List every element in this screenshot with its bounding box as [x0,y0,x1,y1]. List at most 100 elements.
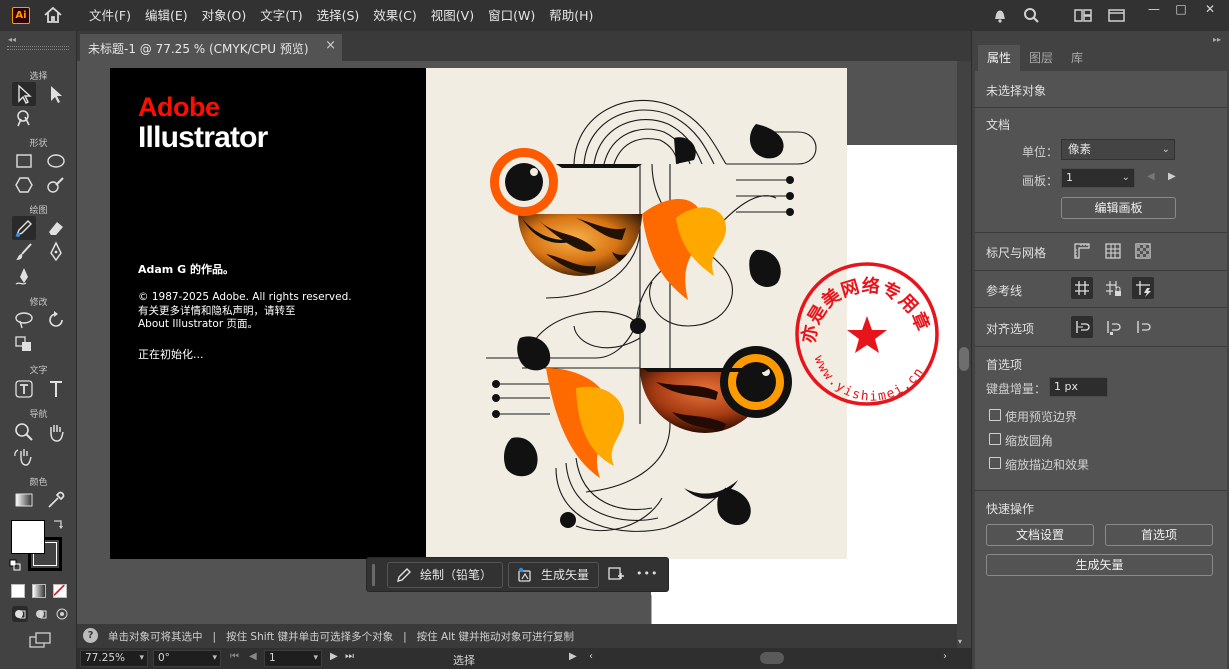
ellipse-tool-icon[interactable] [44,149,68,173]
maximize-button[interactable]: □ [1167,0,1195,20]
document-tab[interactable]: 未标题-1 @ 77.25 % (CMYK/CPU 预览) × [80,34,342,61]
polygon-tool-icon[interactable] [12,173,36,197]
direct-selection-tool-icon[interactable] [44,82,68,106]
scroll-right-icon[interactable]: › [943,651,947,662]
zoom-dropdown-icon[interactable]: ▾ [139,651,144,666]
zoom-field[interactable]: 77.25% ▾ [80,650,148,667]
eyedropper-tool-icon[interactable] [44,488,68,512]
bell-icon[interactable] [989,5,1011,25]
shaper-tool-icon[interactable] [44,173,68,197]
edit-artboards-button[interactable]: 编辑画板 [1061,197,1176,219]
first-artboard-icon[interactable]: ⏮ [230,651,239,662]
preview-bounds-checkbox[interactable] [989,409,1001,421]
default-colors-icon[interactable] [9,559,21,571]
collapse-toolbar-icon[interactable]: ◂◂ [8,35,16,44]
task-bar-grip[interactable] [372,564,375,586]
rotate-tool-icon[interactable] [44,308,68,332]
gradient-mode-icon[interactable] [32,584,46,598]
scroll-left-icon[interactable]: ‹ [589,651,593,662]
lock-guides-icon[interactable] [1102,277,1124,299]
transparency-grid-icon[interactable] [1132,240,1154,262]
none-mode-icon[interactable] [53,584,67,598]
menu-object[interactable]: 对象(O) [195,0,254,31]
artboard-input[interactable]: 1 ⌄ [1061,168,1135,188]
rotation-dropdown-icon[interactable]: ▾ [212,651,217,666]
prev-artboard-icon[interactable]: ◀ [249,651,257,662]
menu-view[interactable]: 视图(V) [424,0,481,31]
last-artboard-icon[interactable]: ⏭ [345,651,354,662]
eraser-tool-icon[interactable] [44,216,68,240]
scale-corners-checkbox[interactable] [989,433,1001,445]
draw-normal-icon[interactable] [11,605,29,623]
preferences-button[interactable]: 首选项 [1105,524,1213,546]
tab-layers[interactable]: 图层 [1020,45,1062,71]
zoom-tool-icon[interactable] [12,420,36,444]
gradient-tool-icon[interactable] [12,488,36,512]
show-guides-icon[interactable] [1071,277,1093,299]
grid-icon[interactable] [1102,240,1124,262]
toolbar-grip[interactable] [7,46,69,50]
selection-tool-icon[interactable] [12,82,36,106]
color-mode-icon[interactable] [11,584,25,598]
smart-guides-icon[interactable] [1132,277,1154,299]
paintbrush-tool-icon[interactable] [12,240,36,264]
add-artboard-icon[interactable] [606,565,626,585]
horizontal-scroll-thumb[interactable] [760,652,784,664]
canvas-vertical-scrollbar[interactable]: ▾ [957,61,971,649]
menu-file[interactable]: 文件(F) [82,0,138,31]
status-menu-icon[interactable]: ▶ [569,651,577,662]
rotation-field[interactable]: 0° ▾ [153,650,221,667]
next-artboard-arrow-icon[interactable]: ▶ [1168,171,1176,182]
draw-behind-icon[interactable] [32,605,50,623]
swap-fill-stroke-icon[interactable] [51,518,65,532]
snap-to-pixel-icon[interactable] [1102,316,1124,338]
ruler-icon[interactable] [1071,240,1093,262]
status-mode[interactable]: 选择 [453,652,475,668]
prev-artboard-arrow-icon[interactable]: ◀ [1147,171,1155,182]
menu-effect[interactable]: 效果(C) [366,0,423,31]
draw-inside-icon[interactable] [53,605,71,623]
rotate-view-tool-icon[interactable] [12,444,36,468]
workspace-icon[interactable] [1072,5,1094,25]
scroll-down-icon[interactable]: ▾ [958,637,962,646]
home-icon[interactable] [42,5,64,25]
artboard-nav-dropdown-icon[interactable]: ▾ [313,651,318,666]
menu-type[interactable]: 文字(T) [253,0,309,31]
rectangle-tool-icon[interactable] [12,149,36,173]
pencil-tool-icon[interactable] [12,216,36,240]
menu-help[interactable]: 帮助(H) [542,0,600,31]
collapse-panel-icon[interactable]: ▸▸ [1213,35,1221,44]
tab-properties[interactable]: 属性 [978,45,1021,71]
screen-mode-icon[interactable] [28,631,52,649]
type-tool-icon[interactable] [44,377,68,401]
keyboard-increment-input[interactable]: 1 px [1049,377,1108,397]
curvature-tool-icon[interactable] [12,264,36,288]
vertical-scroll-thumb[interactable] [959,347,969,371]
pen-tool-icon[interactable] [44,240,68,264]
more-options-icon[interactable]: ••• [636,565,657,585]
hand-tool-icon[interactable] [44,420,68,444]
draw-pencil-button[interactable]: 绘制（铅笔） [387,562,503,588]
magic-wand-tool-icon[interactable] [12,106,36,130]
search-icon[interactable] [1020,5,1042,25]
shape-builder-tool-icon[interactable] [12,332,36,356]
snap-to-point-icon[interactable] [1071,316,1093,338]
fill-swatch[interactable] [11,520,45,554]
snap-to-glyph-icon[interactable] [1132,316,1154,338]
scale-strokes-checkbox[interactable] [989,457,1001,469]
arrange-documents-icon[interactable] [1106,5,1128,25]
menu-edit[interactable]: 编辑(E) [138,0,195,31]
close-document-icon[interactable]: × [325,38,336,53]
menu-select[interactable]: 选择(S) [310,0,367,31]
generate-vector-panel-button[interactable]: 生成矢量 [986,554,1213,576]
artboard-nav-field[interactable]: 1 ▾ [264,650,322,667]
units-select[interactable]: 像素 ⌄ [1061,139,1175,160]
close-window-button[interactable]: ✕ [1196,0,1224,20]
canvas[interactable]: Adobe Illustrator Adam G 的作品。 © 1987-202… [77,61,957,624]
tab-libraries[interactable]: 库 [1062,45,1092,71]
type-on-path-tool-icon[interactable] [12,377,36,401]
artboard-dropdown-icon[interactable]: ⌄ [1122,169,1130,187]
menu-window[interactable]: 窗口(W) [481,0,542,31]
minimize-button[interactable]: — [1140,0,1168,20]
generate-vector-button[interactable]: 生成矢量 [508,562,599,588]
